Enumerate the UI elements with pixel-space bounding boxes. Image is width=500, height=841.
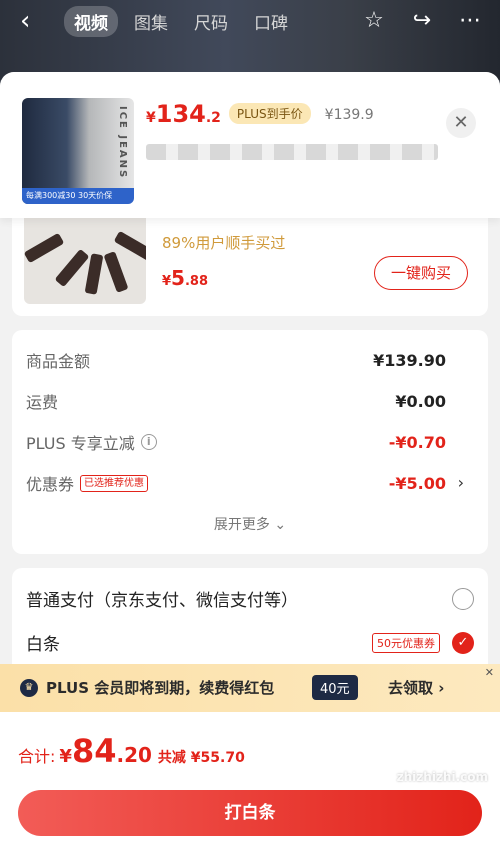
banner-close-icon[interactable]: ✕ [485,666,494,679]
price-row-plus-discount: PLUS 专享立减 i -¥0.70 [26,428,446,456]
baitiao-coupon-tag: 50元优惠券 [372,632,440,653]
product-thumbnail[interactable]: ICE JEANS 每满300减30 30天价保 [22,98,134,204]
back-icon[interactable]: ‹ [20,8,44,34]
rec-price-int: 5 [171,266,185,290]
more-icon[interactable]: ⋯ [456,8,484,33]
payment-label: 白条 [26,635,60,655]
price-label: PLUS 专享立减 [26,434,135,453]
radio-checked-icon[interactable]: ✓ [452,631,474,654]
baitiao-right: 50元优惠券 ✓ [372,631,474,654]
recommend-price: ¥5.88 [162,266,208,290]
price-row-coupon[interactable]: 优惠券 已选推荐优惠 -¥5.00 [26,469,446,497]
price-label: 优惠券 [26,475,75,494]
price-value: -¥5.00 [388,473,446,493]
original-price: ¥139.9 [324,107,374,123]
plus-price-tag: PLUS到手价 [228,103,311,124]
close-icon[interactable]: ✕ [446,108,476,138]
top-actions: ☆ ↪ ⋯ [360,8,484,33]
sheet-header: ICE JEANS 每满300减30 30天价保 ¥134.2 PLUS到手价 … [0,72,500,218]
price-detail-card: 商品金额 ¥139.90 运费 ¥0.00 PLUS 专享立减 i -¥0.70… [12,330,488,554]
pay-baitiao-button[interactable]: 打白条 [18,790,482,836]
price-value: ¥0.00 [395,391,446,411]
tab-reviews[interactable]: 口碑 [244,6,298,37]
price-value: ¥139.90 [373,350,446,370]
purchase-sheet: ICE JEANS 每满300减30 30天价保 ¥134.2 PLUS到手价 … [0,72,500,841]
brand-label: ICE JEANS [117,106,128,180]
total-label: 合计: [18,747,56,766]
payment-card: 普通支付（京东支付、微信支付等） 白条 50元优惠券 ✓ [12,568,488,678]
coupon-tag: 已选推荐优惠 [80,474,149,492]
payment-label: 普通支付（京东支付、微信支付等） [26,591,298,611]
tab-video[interactable]: 视频 [64,6,118,37]
tab-size[interactable]: 尺码 [184,6,238,37]
selected-spec-blurred [146,144,438,160]
radio-unchecked-icon[interactable] [452,587,474,610]
banner-claim-link[interactable]: 去领取 › [388,677,444,698]
rec-price-yen: ¥ [162,274,172,289]
price-int: 134 [155,100,206,128]
star-icon[interactable]: ☆ [360,8,388,33]
price-row-goods: 商品金额 ¥139.90 [26,346,446,374]
share-icon[interactable]: ↪ [408,8,436,33]
payment-option-baitiao[interactable]: 白条 50元优惠券 ✓ [26,630,474,655]
tab-gallery[interactable]: 图集 [124,6,178,37]
total-savings: 共减 ¥55.70 [157,750,245,766]
payment-option-normal[interactable]: 普通支付（京东支付、微信支付等） [26,586,474,611]
one-click-buy-button[interactable]: 一键购买 [374,256,468,290]
top-tabs: 视频 图集 尺码 口碑 [64,6,298,37]
total-int: 84 [71,732,117,770]
thumb-promo-strip: 每满300减30 30天价保 [22,188,134,204]
price-label-wrap: PLUS 专享立减 i [26,430,157,454]
price-label: 商品金额 [26,352,91,371]
banner-text: PLUS 会员即将到期，续费得红包 [46,679,275,697]
info-icon[interactable]: i [140,434,157,450]
bottom-bar: 合计: ¥ 84 .20 共减 ¥55.70 zhizhizhi.com 打白条 [0,712,500,841]
price-label: 运费 [26,393,59,412]
watermark: zhizhizhi.com [396,770,488,784]
order-total: 合计: ¥ 84 .20 共减 ¥55.70 [18,732,245,770]
price-dec: .2 [205,110,221,126]
expand-more-button[interactable]: 展开更多 ⌄ [12,514,488,534]
price-label-wrap: 优惠券 已选推荐优惠 [26,471,149,495]
product-price: ¥134.2 [146,100,221,128]
total-dec: .20 [116,743,152,767]
recommend-subtitle: 89%用户顺手买过 [162,234,286,252]
price-value: -¥0.70 [388,432,446,452]
chevron-right-icon[interactable]: › [458,473,464,492]
price-row-shipping: 运费 ¥0.00 [26,387,446,415]
rec-price-dec: .88 [184,274,208,289]
product-price-row: ¥134.2 PLUS到手价 ¥139.9 [146,100,374,128]
banner-amount: 40元 [312,675,358,700]
recommend-image[interactable] [24,208,146,304]
price-yen: ¥ [146,110,156,126]
total-yen: ¥ [59,746,72,767]
plus-renew-banner[interactable]: ♛ PLUS 会员即将到期，续费得红包 40元 去领取 › ✕ [0,664,500,712]
plus-crown-icon: ♛ [20,679,38,697]
